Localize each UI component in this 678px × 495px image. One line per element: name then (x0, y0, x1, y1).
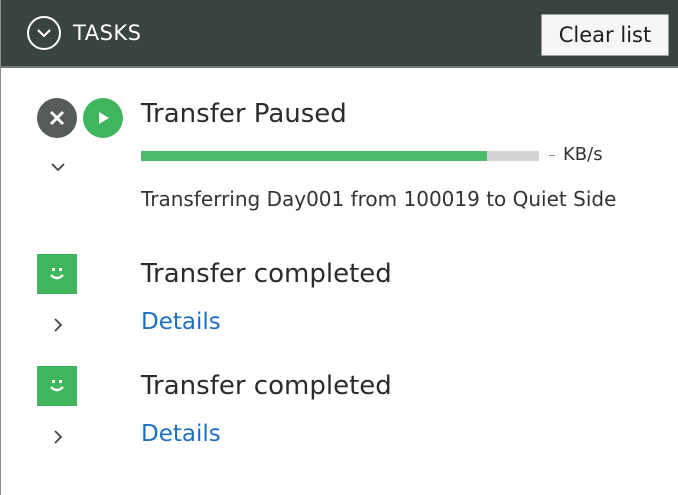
details-link[interactable]: Details (141, 308, 221, 336)
speed-separator (549, 155, 555, 156)
play-icon[interactable] (83, 98, 123, 138)
success-smiley-icon (50, 268, 64, 280)
chevron-down-icon (51, 163, 65, 172)
progress-bar (141, 151, 539, 161)
chevron-right-icon (54, 318, 63, 332)
resume-icon (99, 112, 109, 124)
chevron-down-icon (37, 29, 51, 38)
smiley-icon (37, 254, 77, 294)
panel-title: TASKS (73, 21, 142, 45)
task-title: Transfer completed (141, 259, 392, 289)
smiley-icon (37, 366, 77, 406)
close-icon (49, 110, 65, 126)
collapse-panel-button[interactable] (27, 16, 61, 50)
transfer-speed: KB/s (563, 144, 603, 165)
task-item-completed: Transfer completed Details (1, 248, 678, 358)
cancel-icon[interactable] (37, 98, 77, 138)
chevron-right-icon (54, 430, 63, 444)
progress-fill (141, 151, 488, 161)
task-detail: Transferring Day001 from 100019 to Quiet… (141, 187, 617, 211)
task-item-paused: Transfer Paused KB/s Transferring Day001… (1, 68, 678, 238)
success-smiley-icon (50, 380, 64, 392)
expand-toggle[interactable] (43, 422, 73, 452)
details-link[interactable]: Details (141, 420, 221, 448)
task-title: Transfer Paused (141, 99, 347, 129)
tasks-panel: TASKS Clear list Transfer Paused KB/s Tr… (0, 0, 678, 495)
task-title: Transfer completed (141, 371, 392, 401)
expand-toggle[interactable] (43, 310, 73, 340)
collapse-toggle[interactable] (43, 152, 73, 182)
tasks-header: TASKS Clear list (1, 0, 678, 68)
clear-list-button[interactable]: Clear list (541, 14, 669, 56)
task-item-completed: Transfer completed Details (1, 360, 678, 470)
